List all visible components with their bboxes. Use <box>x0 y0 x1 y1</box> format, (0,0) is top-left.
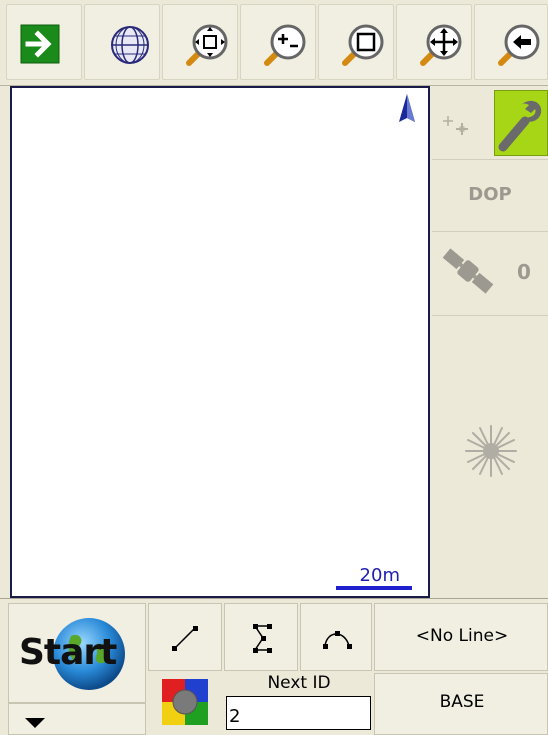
crosshair-button[interactable] <box>432 86 490 160</box>
crosshair-icon <box>443 116 468 135</box>
dop-panel: DOP <box>432 160 548 232</box>
signal-panel <box>432 316 548 598</box>
tool-row <box>432 86 548 160</box>
color-palette-icon <box>162 679 208 725</box>
start-button[interactable]: Start <box>8 603 146 703</box>
straight-line-button[interactable] <box>148 603 222 671</box>
polyline-button[interactable] <box>224 603 298 671</box>
satellite-count: 0 <box>517 260 531 284</box>
zoom-in-out-button[interactable] <box>240 4 316 80</box>
scale-label: 20m <box>359 565 400 586</box>
wrench-icon <box>498 100 542 152</box>
chevron-down-icon <box>25 718 45 728</box>
arc-icon <box>323 631 352 649</box>
zoom-extent-icon <box>186 24 228 66</box>
settings-button[interactable] <box>494 90 548 156</box>
zoom-window-icon <box>342 24 384 66</box>
satellite-panel: 0 <box>432 232 548 316</box>
dop-label: DOP <box>468 184 512 205</box>
satellite-icon <box>442 248 494 294</box>
arc-line-button[interactable] <box>300 603 372 671</box>
line-selector[interactable]: <No Line> <box>374 603 548 671</box>
exit-button[interactable] <box>6 4 82 80</box>
globe-icon <box>111 26 149 64</box>
line-selector-label: <No Line> <box>415 626 509 646</box>
zoom-window-button[interactable] <box>318 4 394 80</box>
map-view[interactable]: 20m <box>10 86 430 598</box>
bottom-bar: Start <No Line> Next ID 2 BASE <box>0 598 548 735</box>
straight-line-icon <box>172 626 198 651</box>
zoom-extent-button[interactable] <box>162 4 238 80</box>
base-label: BASE <box>439 692 485 712</box>
right-panel: DOP 0 <box>432 86 548 598</box>
pan-icon <box>420 24 462 66</box>
north-arrow-icon <box>399 94 415 122</box>
globe-button[interactable] <box>84 4 160 80</box>
color-button[interactable] <box>150 671 224 735</box>
next-id-label: Next ID <box>267 673 331 693</box>
zoom-previous-button[interactable] <box>474 4 548 80</box>
start-dropdown[interactable] <box>8 703 146 735</box>
toolbar <box>0 0 548 86</box>
zoom-previous-icon <box>498 24 540 66</box>
signal-burst-icon <box>465 425 517 477</box>
start-label: Start <box>19 632 117 673</box>
exit-arrow-icon <box>20 24 60 64</box>
polyline-icon <box>253 624 272 653</box>
next-id-input[interactable] <box>226 696 371 730</box>
pan-button[interactable] <box>396 4 472 80</box>
zoom-in-out-icon <box>264 24 306 66</box>
scale-bar <box>336 586 412 590</box>
base-button[interactable]: BASE <box>374 673 548 735</box>
